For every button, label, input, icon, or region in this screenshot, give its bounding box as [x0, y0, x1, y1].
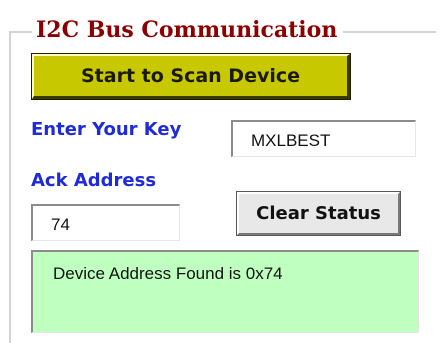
status-textbox[interactable]: Device Address Found is 0x74 [31, 250, 419, 333]
start-scan-button[interactable]: Start to Scan Device [31, 53, 351, 100]
ack-address-input[interactable]: 74 [31, 204, 180, 241]
enter-key-label: Enter Your Key [31, 119, 182, 140]
clear-status-button[interactable]: Clear Status [236, 191, 401, 236]
ack-address-label: Ack Address [31, 170, 157, 191]
group-title: I2C Bus Communication [32, 15, 344, 45]
key-input[interactable]: MXLBEST [231, 120, 416, 157]
i2c-panel: I2C Bus Communication Start to Scan Devi… [0, 0, 442, 343]
